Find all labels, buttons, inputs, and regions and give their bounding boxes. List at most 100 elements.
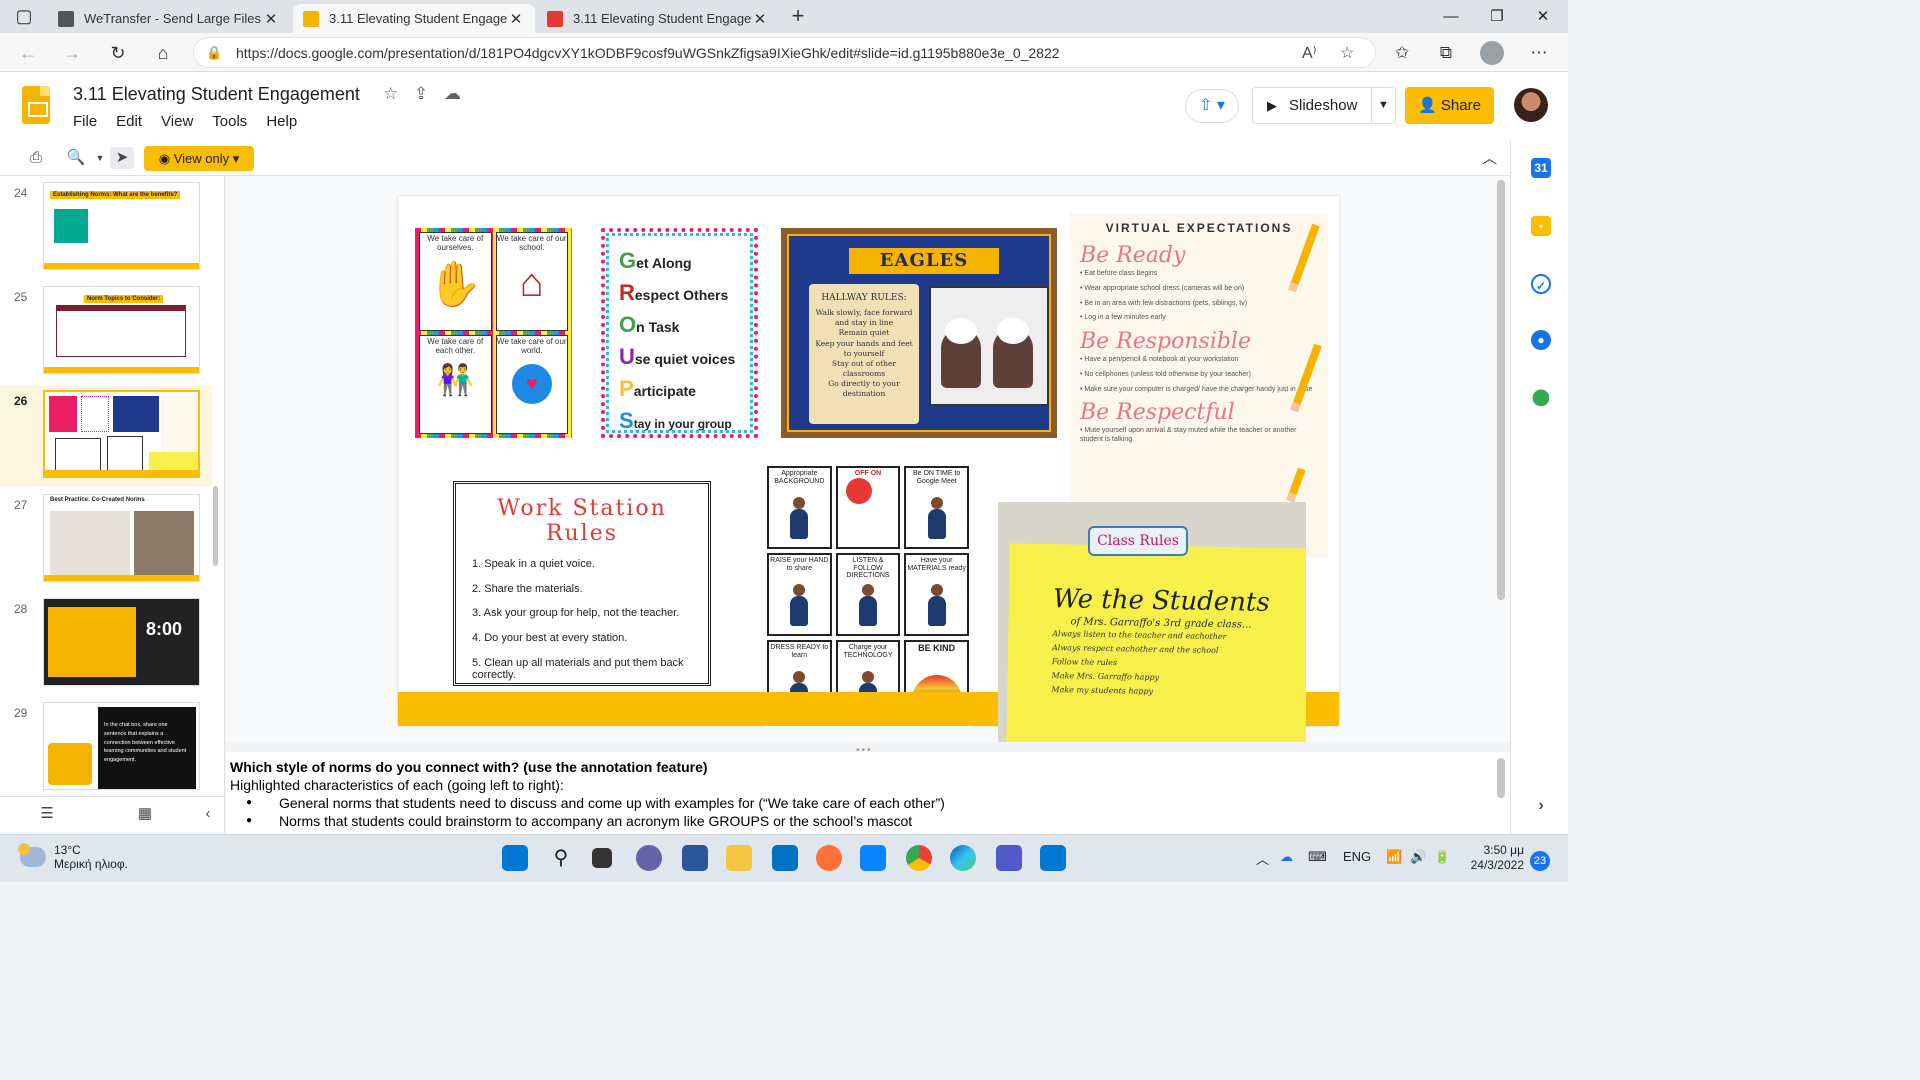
close-tab-icon[interactable]: ✕ xyxy=(262,10,280,28)
groups-row: Participate xyxy=(619,376,696,401)
slide-thumbnail-24[interactable]: 24 Establishing Norms: What are the bene… xyxy=(0,178,212,278)
collapse-menus-icon[interactable]: ︿ xyxy=(1482,147,1497,168)
slide-thumbnail-28[interactable]: 28 8:00 xyxy=(0,594,212,694)
slide-thumbnail-27[interactable]: 27 Best Practice: Co-Created Norms xyxy=(0,490,212,590)
language-indicator[interactable]: ENG xyxy=(1343,849,1371,864)
filmstrip-view-icon[interactable]: ☰ xyxy=(35,803,59,825)
back-icon[interactable]: ← xyxy=(14,39,42,67)
close-window-icon[interactable]: ✕ xyxy=(1520,0,1566,33)
maximize-icon[interactable]: ❐ xyxy=(1474,0,1520,33)
new-tab-icon[interactable]: + xyxy=(784,2,812,30)
collections-icon[interactable]: ⧉ xyxy=(1432,39,1460,67)
teams-icon[interactable] xyxy=(996,845,1022,871)
url-field[interactable]: 🔒 https://docs.google.com/presentation/d… xyxy=(193,37,1376,68)
zoom-dropdown-icon[interactable]: ▼ xyxy=(88,147,112,169)
student-icon xyxy=(927,584,946,626)
onedrive-icon[interactable]: ☁ xyxy=(1280,849,1293,865)
weather-widget[interactable]: 13°C Μερική ηλιοφ. xyxy=(18,843,128,871)
menu-file[interactable]: File xyxy=(73,113,97,130)
chrome-icon[interactable] xyxy=(906,845,932,871)
chevron-down-icon: ▾ xyxy=(232,151,240,166)
home-icon[interactable]: ⌂ xyxy=(149,39,177,67)
slides-logo-icon[interactable] xyxy=(22,86,50,124)
menu-tools[interactable]: Tools xyxy=(212,113,247,130)
outlook-icon[interactable] xyxy=(1040,845,1066,871)
slide-thumbnail-25[interactable]: 25 Norm Topics to Consider: xyxy=(0,282,212,382)
view-only-button[interactable]: ◉ View only ▾ xyxy=(144,146,254,171)
slide-thumbnail-29[interactable]: 29 In the chat box, share one sentence t… xyxy=(0,698,212,796)
slide-number: 28 xyxy=(14,602,28,616)
print-icon[interactable]: ⎙ xyxy=(24,147,48,169)
thumbnail-bar xyxy=(44,263,199,269)
thumbnail-image: Establishing Norms: What are the benefit… xyxy=(43,182,200,270)
move-icon[interactable]: ⇪ xyxy=(414,84,428,104)
clock[interactable]: 3:50 μμ 24/3/2022 xyxy=(1466,843,1524,873)
slide-canvas: We take care of ourselves. ✋ We take care… xyxy=(226,176,1510,742)
firefox-icon[interactable] xyxy=(816,845,842,871)
minimize-icon[interactable]: — xyxy=(1428,0,1474,33)
tab-actions-icon[interactable]: ▢ xyxy=(10,2,38,30)
word-icon[interactable] xyxy=(682,845,708,871)
notes-scrollbar[interactable] xyxy=(1497,758,1505,798)
account-avatar[interactable] xyxy=(1514,88,1548,122)
volume-icon[interactable]: 🔊 xyxy=(1410,849,1426,865)
document-title[interactable]: 3.11 Elevating Student Engagement xyxy=(73,84,360,105)
thumbnail-image: 8:00 xyxy=(43,598,200,686)
more-icon[interactable]: ⋯ xyxy=(1525,39,1553,67)
favorites-icon[interactable]: ✩ xyxy=(1388,39,1416,67)
menu-view[interactable]: View xyxy=(161,113,193,130)
cloud-status-icon[interactable]: ☁ xyxy=(444,84,461,104)
present-to-meeting-button[interactable]: ⇧ ▾ xyxy=(1185,89,1239,123)
wifi-icon[interactable]: 📶 xyxy=(1386,849,1402,865)
search-icon[interactable]: ⚲ xyxy=(548,845,574,871)
mail-icon[interactable] xyxy=(772,845,798,871)
grid-cell: Be ON TIME to Google Meet xyxy=(904,466,969,549)
select-cursor-icon[interactable]: ➤ xyxy=(110,147,134,169)
card-each-other: We take care of each other. 👫 xyxy=(419,335,492,434)
tab-wetransfer[interactable]: WeTransfer - Send Large Files & ✕ xyxy=(48,4,290,33)
task-view-icon[interactable] xyxy=(592,848,612,868)
list-item: Mute yourself upon arrival & stay muted … xyxy=(1080,427,1318,445)
maps-icon[interactable]: ⬤ xyxy=(1531,388,1551,408)
tasks-icon[interactable]: ✓ xyxy=(1531,274,1551,294)
close-tab-icon[interactable]: ✕ xyxy=(507,10,525,28)
canvas-scrollbar[interactable] xyxy=(1497,180,1505,600)
edge-icon[interactable] xyxy=(950,845,976,871)
forward-icon[interactable]: → xyxy=(58,39,86,67)
reload-icon[interactable]: ↻ xyxy=(104,39,132,67)
slideshow-button[interactable]: ▶ Slideshow ▼ xyxy=(1252,87,1396,124)
store-icon[interactable] xyxy=(860,845,886,871)
grid-view-icon[interactable]: ▦ xyxy=(133,803,157,825)
battery-icon[interactable]: 🔋 xyxy=(1434,849,1450,865)
menu-edit[interactable]: Edit xyxy=(116,113,142,130)
class-rules-header: Class Rules xyxy=(1088,526,1188,556)
filmstrip-scrollbar[interactable] xyxy=(213,486,218,566)
tab-slides-active[interactable]: 3.11 Elevating Student Engagem ✕ xyxy=(293,4,535,33)
keep-icon[interactable]: ▪ xyxy=(1531,216,1551,236)
slideshow-dropdown-icon[interactable]: ▼ xyxy=(1371,88,1395,123)
side-panel: 31 ▪ ✓ ● ⬤ › xyxy=(1510,140,1568,834)
close-tab-icon[interactable]: ✕ xyxy=(751,10,769,28)
expand-panel-icon[interactable]: › xyxy=(1531,796,1551,816)
collapse-panel-icon[interactable]: ‹ xyxy=(196,803,220,825)
share-button[interactable]: 👤 Share xyxy=(1405,87,1494,124)
notification-badge[interactable]: 23 xyxy=(1530,851,1550,871)
slide-thumbnail-26[interactable]: 26 xyxy=(0,386,212,486)
start-icon[interactable] xyxy=(502,845,528,871)
zoom-icon[interactable]: 🔍 xyxy=(64,147,88,169)
tray-overflow-icon[interactable]: ︿ xyxy=(1256,849,1269,868)
contacts-icon[interactable]: ● xyxy=(1531,330,1551,350)
read-aloud-icon[interactable]: A⁾ xyxy=(1302,43,1317,63)
star-icon[interactable]: ☆ xyxy=(383,84,398,104)
profile-avatar[interactable] xyxy=(1480,41,1504,65)
tab-pdf[interactable]: 3.11 Elevating Student Engagem ✕ xyxy=(537,4,779,33)
calendar-icon[interactable]: 31 xyxy=(1531,158,1551,178)
keyboard-icon[interactable]: ⌨ xyxy=(1308,849,1327,865)
file-explorer-icon[interactable] xyxy=(726,845,752,871)
class-rule-line: Make my students happy xyxy=(1051,685,1154,696)
add-favorite-icon[interactable]: ☆ xyxy=(1340,43,1354,63)
card-text: We take care of ourselves. xyxy=(427,234,484,252)
chat-icon[interactable] xyxy=(636,845,662,871)
menu-help[interactable]: Help xyxy=(266,113,297,130)
eagle-head-icon xyxy=(997,318,1029,344)
